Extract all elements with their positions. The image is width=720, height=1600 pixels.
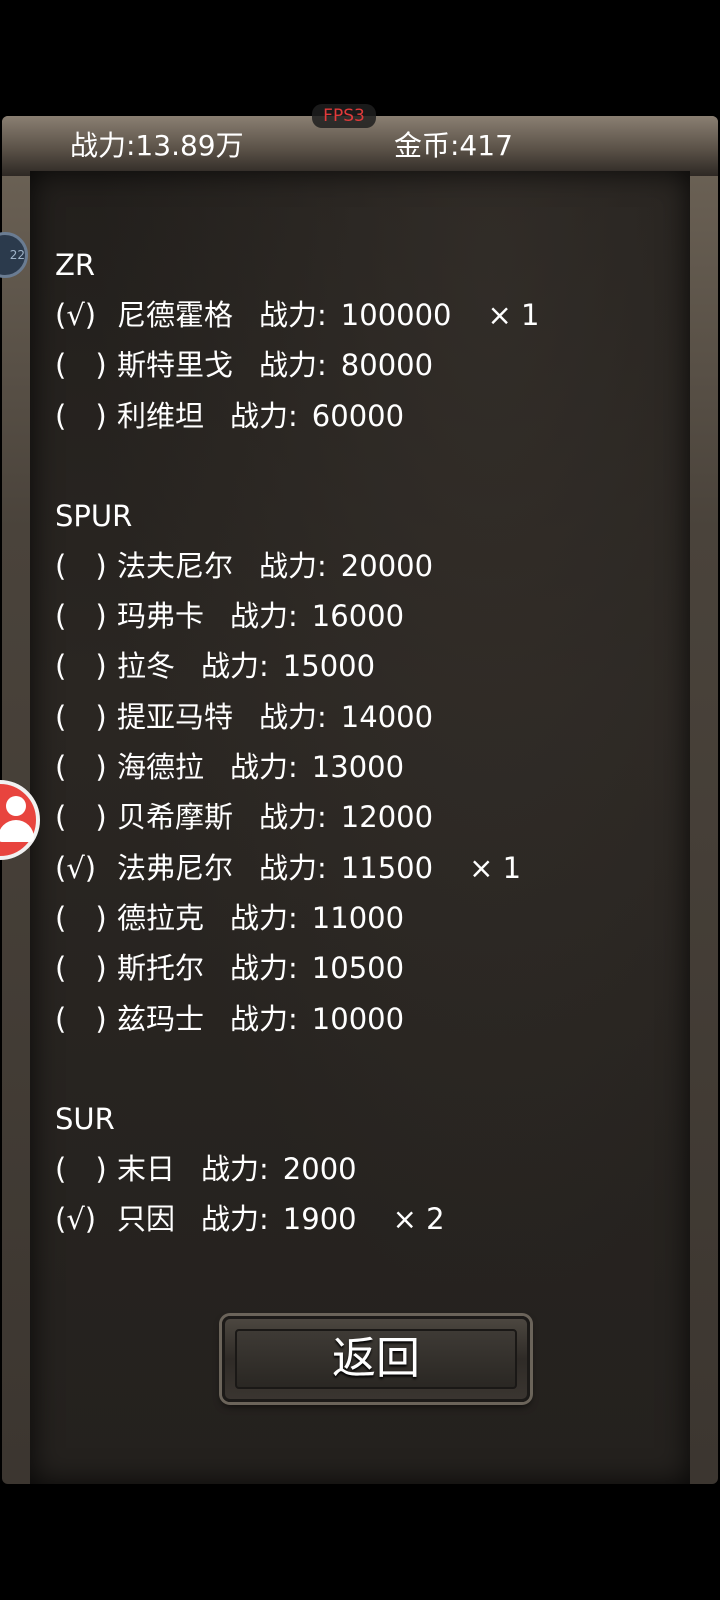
power-value: 16000: [311, 599, 405, 634]
power-value: 60000: [311, 398, 405, 433]
list-item[interactable]: (√) 法弗尼尔 战力: 11500 × 1: [55, 843, 675, 893]
checkbox-marker: (√): [55, 850, 97, 885]
list-item[interactable]: ( ) 末日 战力: 2000: [55, 1144, 675, 1194]
power-value: 1900: [282, 1202, 357, 1237]
checkbox-marker: ( ): [55, 699, 107, 734]
checkbox-marker: ( ): [55, 800, 107, 835]
gold-stat: 金币:417: [394, 129, 513, 162]
power-label: 战力:: [259, 699, 327, 734]
power-value: 11000: [311, 900, 405, 935]
power-value: 11500: [340, 850, 434, 885]
power-value: 12000: [340, 800, 434, 835]
power-label: 战力:: [230, 750, 298, 785]
checkbox-marker: ( ): [55, 348, 107, 383]
power-label: 战力:: [230, 599, 298, 634]
list-item[interactable]: ( ) 拉冬 战力: 15000: [55, 641, 675, 691]
power-value: 14000: [340, 699, 434, 734]
item-name: 提亚马特: [117, 699, 234, 734]
power-label: 战力:: [201, 1151, 269, 1186]
item-name: 海德拉: [117, 750, 205, 785]
return-button-label: 返回: [332, 1333, 420, 1384]
power-label: 战力:: [259, 548, 327, 583]
checkbox-marker: ( ): [55, 548, 107, 583]
return-button[interactable]: 返回: [222, 1316, 530, 1402]
power-label: 战力:: [230, 398, 298, 433]
avatar-head-shape: [6, 796, 26, 816]
item-name: 只因: [117, 1202, 176, 1237]
power-value: 10500: [311, 951, 405, 986]
checkbox-marker: ( ): [55, 1001, 107, 1036]
item-name: 法弗尼尔: [117, 850, 234, 885]
item-name: 尼德霍格: [117, 298, 234, 332]
checkbox-marker: (√): [55, 1202, 97, 1237]
list-item[interactable]: ( ) 玛弗卡 战力: 16000: [55, 591, 675, 641]
item-name: 利维坦: [117, 398, 205, 433]
power-value: 2000: [282, 1151, 357, 1186]
power-value: 80000: [340, 348, 434, 383]
power-label: 战力:: [230, 1001, 298, 1036]
list-item[interactable]: ( ) 德拉克 战力: 11000: [55, 893, 675, 943]
item-name: 斯特里戈: [117, 348, 234, 383]
game-screen: FPS3 战力:13.89万 金币:417 22 ZR (√) 尼德霍格 战力: 100…: [0, 0, 720, 1600]
power-label: 战力:: [201, 1202, 269, 1237]
checkbox-marker: (√): [55, 298, 97, 332]
section-title: ZR: [55, 248, 96, 282]
checkbox-marker: ( ): [55, 750, 107, 785]
list-item[interactable]: ( ) 海德拉 战力: 13000: [55, 742, 675, 792]
item-name: 兹玛士: [117, 1001, 205, 1036]
item-name: 贝希摩斯: [117, 800, 234, 835]
list-item[interactable]: ( ) 法夫尼尔 战力: 20000: [55, 541, 675, 591]
power-value: 13000: [311, 750, 405, 785]
power-label: 战力:: [230, 951, 298, 986]
power-label: 战力:: [259, 850, 327, 885]
quantity-badge: × 1: [487, 298, 540, 332]
item-name: 玛弗卡: [117, 599, 205, 634]
power-value: 20000: [340, 548, 434, 583]
power-value: 10000: [311, 1001, 405, 1036]
checkbox-marker: ( ): [55, 398, 107, 433]
total-power-stat: 战力:13.89万: [70, 129, 244, 162]
power-value: 100000: [340, 298, 452, 332]
item-name: 法夫尼尔: [117, 548, 234, 583]
checkbox-marker: ( ): [55, 1151, 107, 1186]
list-item[interactable]: ( ) 利维坦 战力: 60000: [55, 391, 675, 441]
dragon-list: ZR (√) 尼德霍格 战力: 100000 × 1( ) 斯特里戈 战力: 80000( ) 利…: [55, 240, 675, 1244]
power-value: 15000: [282, 649, 376, 684]
list-item[interactable]: ( ) 斯托尔 战力: 10500: [55, 943, 675, 993]
power-label: 战力:: [230, 900, 298, 935]
avatar-body-shape: [0, 820, 34, 842]
checkbox-marker: ( ): [55, 599, 107, 634]
checkbox-marker: ( ): [55, 900, 107, 935]
item-name: 德拉克: [117, 900, 205, 935]
checkbox-marker: ( ): [55, 951, 107, 986]
power-label: 战力:: [259, 298, 327, 332]
checkbox-marker: ( ): [55, 649, 107, 684]
fps-counter: FPS3: [312, 104, 376, 128]
list-item[interactable]: (√) 只因 战力: 1900 × 2: [55, 1194, 675, 1244]
list-item[interactable]: (√) 尼德霍格 战力: 100000 × 1: [55, 290, 675, 340]
power-label: 战力:: [259, 348, 327, 383]
power-label: 战力:: [201, 649, 269, 684]
section-title: SPUR: [55, 498, 133, 533]
list-item[interactable]: ( ) 斯特里戈 战力: 80000: [55, 340, 675, 390]
section-title: SUR: [55, 1101, 115, 1136]
item-name: 拉冬: [117, 649, 176, 684]
quantity-badge: × 1: [469, 850, 522, 885]
item-name: 斯托尔: [117, 951, 205, 986]
item-name: 末日: [117, 1151, 176, 1186]
quantity-badge: × 2: [392, 1202, 445, 1237]
list-item[interactable]: ( ) 贝希摩斯 战力: 12000: [55, 792, 675, 842]
list-item[interactable]: ( ) 兹玛士 战力: 10000: [55, 994, 675, 1044]
list-item[interactable]: ( ) 提亚马特 战力: 14000: [55, 692, 675, 742]
power-label: 战力:: [259, 800, 327, 835]
